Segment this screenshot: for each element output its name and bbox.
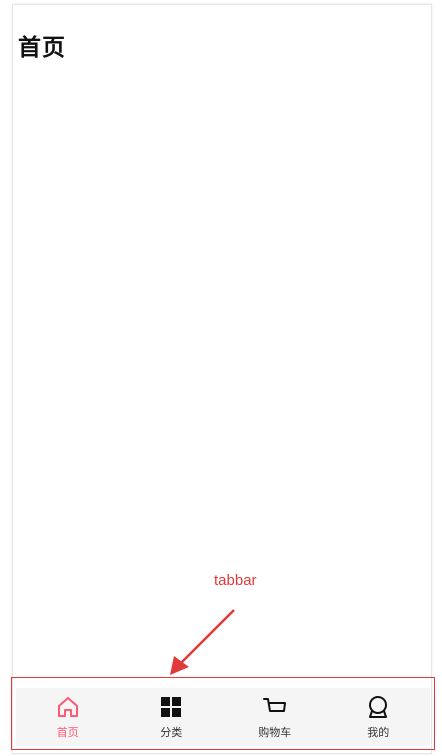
grid-icon	[161, 697, 182, 717]
tab-home-label: 首页	[56, 726, 79, 739]
tab-cart-label: 购物车	[258, 726, 292, 739]
tab-home[interactable]: 首页	[16, 688, 120, 746]
tab-profile-label: 我的	[367, 726, 390, 739]
tab-cart[interactable]: 购物车	[223, 688, 327, 746]
tabbar: 首页 分类 购物车 我的	[16, 688, 430, 746]
home-icon	[57, 697, 78, 717]
cart-icon	[262, 698, 286, 712]
tab-category-label: 分类	[160, 726, 183, 739]
tab-category[interactable]: 分类	[120, 688, 224, 746]
tab-profile[interactable]: 我的	[327, 688, 431, 746]
profile-icon	[369, 696, 388, 718]
annotation-arrow	[170, 609, 235, 675]
